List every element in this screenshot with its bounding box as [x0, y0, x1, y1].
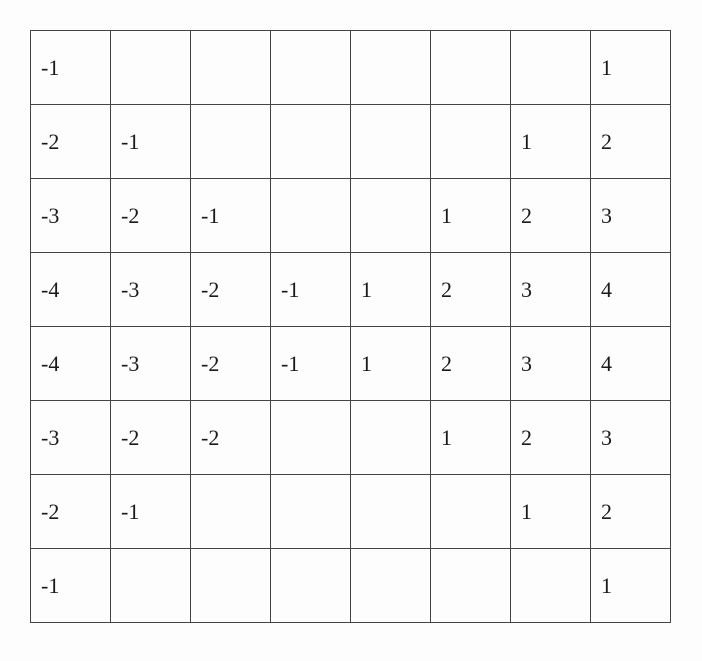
table-row: -3 -2 -2 1 2 3 — [31, 401, 671, 475]
cell — [111, 549, 191, 623]
cell: 1 — [351, 253, 431, 327]
cell: -3 — [31, 179, 111, 253]
cell — [351, 401, 431, 475]
grid-body: -1 1 -2 -1 1 2 -3 -2 — [31, 31, 671, 623]
cell: 4 — [591, 327, 671, 401]
cell: -2 — [191, 401, 271, 475]
table-row: -4 -3 -2 -1 1 2 3 4 — [31, 253, 671, 327]
cell — [351, 105, 431, 179]
cell: -2 — [31, 475, 111, 549]
cell: 2 — [431, 253, 511, 327]
cell — [191, 475, 271, 549]
cell — [271, 401, 351, 475]
cell: -2 — [111, 179, 191, 253]
cell: 4 — [591, 253, 671, 327]
cell: 2 — [511, 179, 591, 253]
cell: -1 — [31, 31, 111, 105]
cell: -1 — [111, 475, 191, 549]
cell: 2 — [591, 105, 671, 179]
cell: 1 — [511, 105, 591, 179]
cell — [191, 105, 271, 179]
cell — [511, 31, 591, 105]
cell: 3 — [511, 253, 591, 327]
cell: 2 — [511, 401, 591, 475]
cell: -2 — [111, 401, 191, 475]
cell: -1 — [111, 105, 191, 179]
table-row: -4 -3 -2 -1 1 2 3 4 — [31, 327, 671, 401]
cell — [271, 105, 351, 179]
cell: 1 — [431, 179, 511, 253]
cell — [271, 31, 351, 105]
cell — [271, 475, 351, 549]
cell — [351, 475, 431, 549]
cell: -2 — [31, 105, 111, 179]
cell: -1 — [191, 179, 271, 253]
cell: -3 — [111, 327, 191, 401]
cell — [271, 549, 351, 623]
table-row: -2 -1 1 2 — [31, 105, 671, 179]
cell: -1 — [271, 327, 351, 401]
cell: -4 — [31, 253, 111, 327]
cell — [431, 475, 511, 549]
cell: -2 — [191, 327, 271, 401]
cell — [271, 179, 351, 253]
cell: 1 — [511, 475, 591, 549]
table-row: -2 -1 1 2 — [31, 475, 671, 549]
grid-table: -1 1 -2 -1 1 2 -3 -2 — [30, 30, 671, 623]
cell: 2 — [431, 327, 511, 401]
cell: 1 — [591, 31, 671, 105]
cell — [351, 549, 431, 623]
cell: 3 — [511, 327, 591, 401]
cell: 3 — [591, 179, 671, 253]
cell: -3 — [31, 401, 111, 475]
cell: -3 — [111, 253, 191, 327]
table-row: -3 -2 -1 1 2 3 — [31, 179, 671, 253]
number-grid-table: -1 1 -2 -1 1 2 -3 -2 — [30, 30, 671, 623]
cell: 3 — [591, 401, 671, 475]
cell: -4 — [31, 327, 111, 401]
cell: 1 — [591, 549, 671, 623]
cell — [351, 179, 431, 253]
cell: 1 — [351, 327, 431, 401]
cell — [431, 105, 511, 179]
cell: 1 — [431, 401, 511, 475]
cell — [511, 549, 591, 623]
cell — [431, 31, 511, 105]
cell — [191, 549, 271, 623]
cell — [111, 31, 191, 105]
cell: -1 — [271, 253, 351, 327]
cell: -2 — [191, 253, 271, 327]
cell — [351, 31, 431, 105]
cell: 2 — [591, 475, 671, 549]
cell — [431, 549, 511, 623]
cell — [191, 31, 271, 105]
cell: -1 — [31, 549, 111, 623]
table-row: -1 1 — [31, 31, 671, 105]
table-row: -1 1 — [31, 549, 671, 623]
